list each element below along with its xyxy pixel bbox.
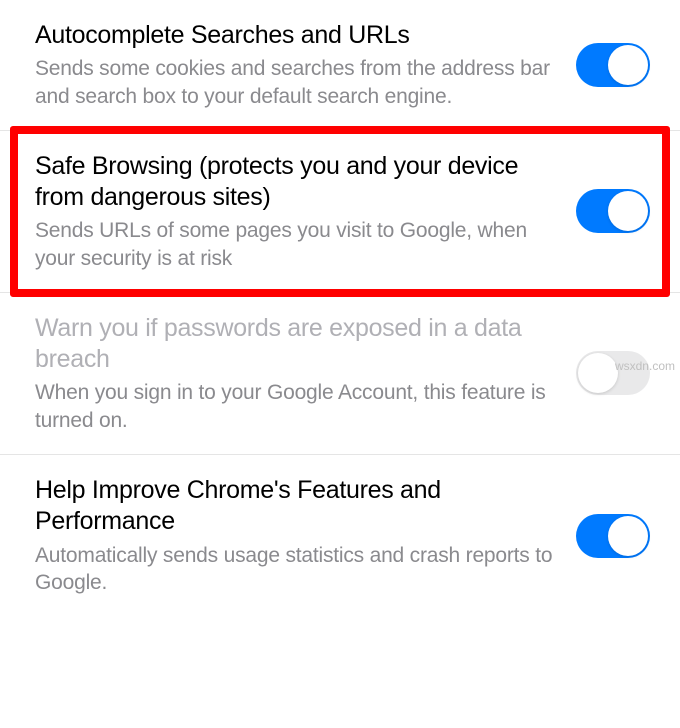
toggle-knob	[608, 191, 648, 231]
setting-row-autocomplete: Autocomplete Searches and URLs Sends som…	[0, 0, 680, 131]
settings-list: Autocomplete Searches and URLs Sends som…	[0, 0, 680, 616]
setting-title: Safe Browsing (protects you and your dev…	[35, 151, 556, 214]
toggle-knob	[578, 353, 618, 393]
toggle-knob	[608, 516, 648, 556]
setting-row-safe-browsing: Safe Browsing (protects you and your dev…	[0, 131, 680, 293]
toggle-autocomplete[interactable]	[576, 43, 650, 87]
setting-text: Autocomplete Searches and URLs Sends som…	[35, 20, 576, 110]
setting-title: Help Improve Chrome's Features and Perfo…	[35, 475, 556, 538]
setting-text: Warn you if passwords are exposed in a d…	[35, 313, 576, 434]
toggle-improve-chrome[interactable]	[576, 514, 650, 558]
setting-text: Safe Browsing (protects you and your dev…	[35, 151, 576, 272]
setting-description: Sends some cookies and searches from the…	[35, 55, 556, 110]
setting-description: When you sign in to your Google Account,…	[35, 379, 556, 434]
setting-description: Automatically sends usage statistics and…	[35, 542, 556, 597]
setting-row-password-breach: Warn you if passwords are exposed in a d…	[0, 293, 680, 455]
setting-title: Warn you if passwords are exposed in a d…	[35, 313, 556, 376]
setting-title: Autocomplete Searches and URLs	[35, 20, 556, 51]
setting-description: Sends URLs of some pages you visit to Go…	[35, 217, 556, 272]
setting-text: Help Improve Chrome's Features and Perfo…	[35, 475, 576, 596]
toggle-knob	[608, 45, 648, 85]
toggle-safe-browsing[interactable]	[576, 189, 650, 233]
watermark: wsxdn.com	[615, 359, 675, 373]
setting-row-improve-chrome: Help Improve Chrome's Features and Perfo…	[0, 455, 680, 616]
